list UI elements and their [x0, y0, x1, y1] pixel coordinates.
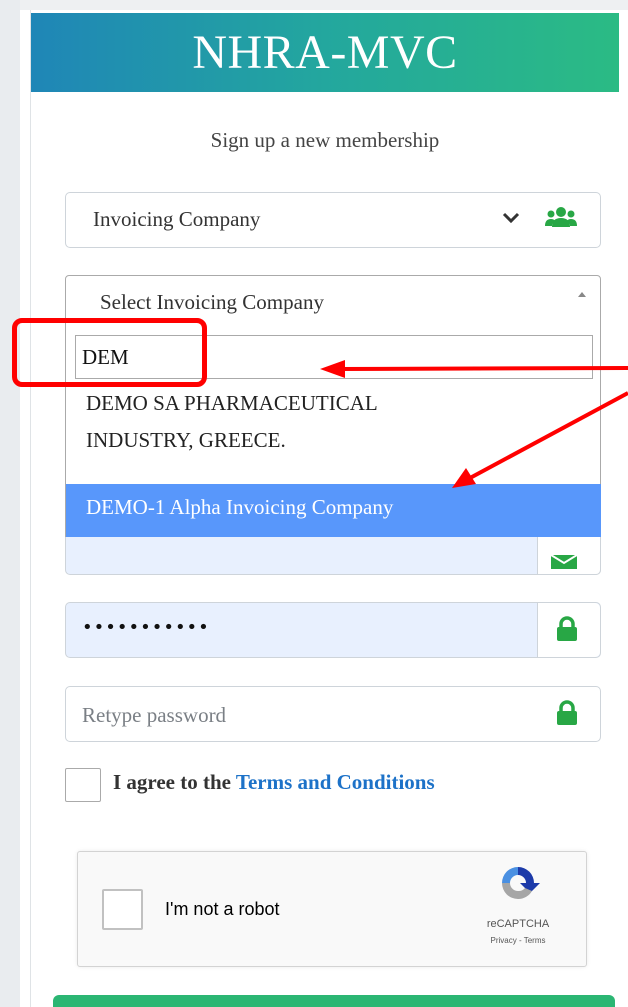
chevron-down-icon[interactable]	[500, 206, 522, 228]
agree-terms-checkbox[interactable]	[65, 768, 101, 802]
page-left-strip	[0, 0, 20, 1007]
option-label-line2: INDUSTRY, GREECE.	[86, 428, 286, 452]
retype-password-input[interactable]	[67, 688, 544, 742]
lock-icon	[557, 616, 577, 641]
password-field[interactable]: •••••••••••	[65, 602, 601, 658]
recaptcha-logo-icon	[502, 867, 540, 900]
option-label-line1: DEMO SA PHARMACEUTICAL	[86, 391, 378, 415]
register-button[interactable]	[53, 995, 615, 1007]
envelope-icon	[551, 555, 577, 569]
recaptcha-checkbox[interactable]	[102, 889, 143, 930]
retype-password-field[interactable]	[65, 686, 601, 742]
agree-terms-label: I agree to the Terms and Conditions	[113, 770, 435, 795]
page-subtitle: Sign up a new membership	[210, 128, 440, 152]
email-field[interactable]	[65, 537, 601, 575]
dropdown-arrow-up-icon[interactable]	[578, 292, 586, 297]
recaptcha-label: I'm not a robot	[165, 899, 280, 919]
agree-prefix: I agree to the	[113, 770, 236, 794]
dropdown-option-highlighted[interactable]: DEMO-1 Alpha Invoicing Company	[66, 484, 601, 538]
page-top-strip	[20, 0, 628, 10]
dropdown-option[interactable]: DEMO SA PHARMACEUTICAL INDUSTRY, GREECE.	[86, 385, 586, 459]
invoicing-company-value: Select Invoicing Company	[100, 290, 324, 314]
lock-icon	[557, 700, 577, 725]
users-icon	[545, 207, 577, 227]
password-value: •••••••••••	[82, 617, 210, 638]
recaptcha-links[interactable]: Privacy - Terms	[468, 936, 568, 945]
card-header: NHRA-MVC	[31, 13, 619, 92]
company-type-value: Invoicing Company	[93, 207, 261, 231]
annotation-highlight-box	[12, 318, 207, 387]
terms-link[interactable]: Terms and Conditions	[236, 770, 435, 794]
app-title: NHRA-MVC	[192, 26, 458, 79]
recaptcha-brand: reCAPTCHA	[486, 918, 550, 930]
